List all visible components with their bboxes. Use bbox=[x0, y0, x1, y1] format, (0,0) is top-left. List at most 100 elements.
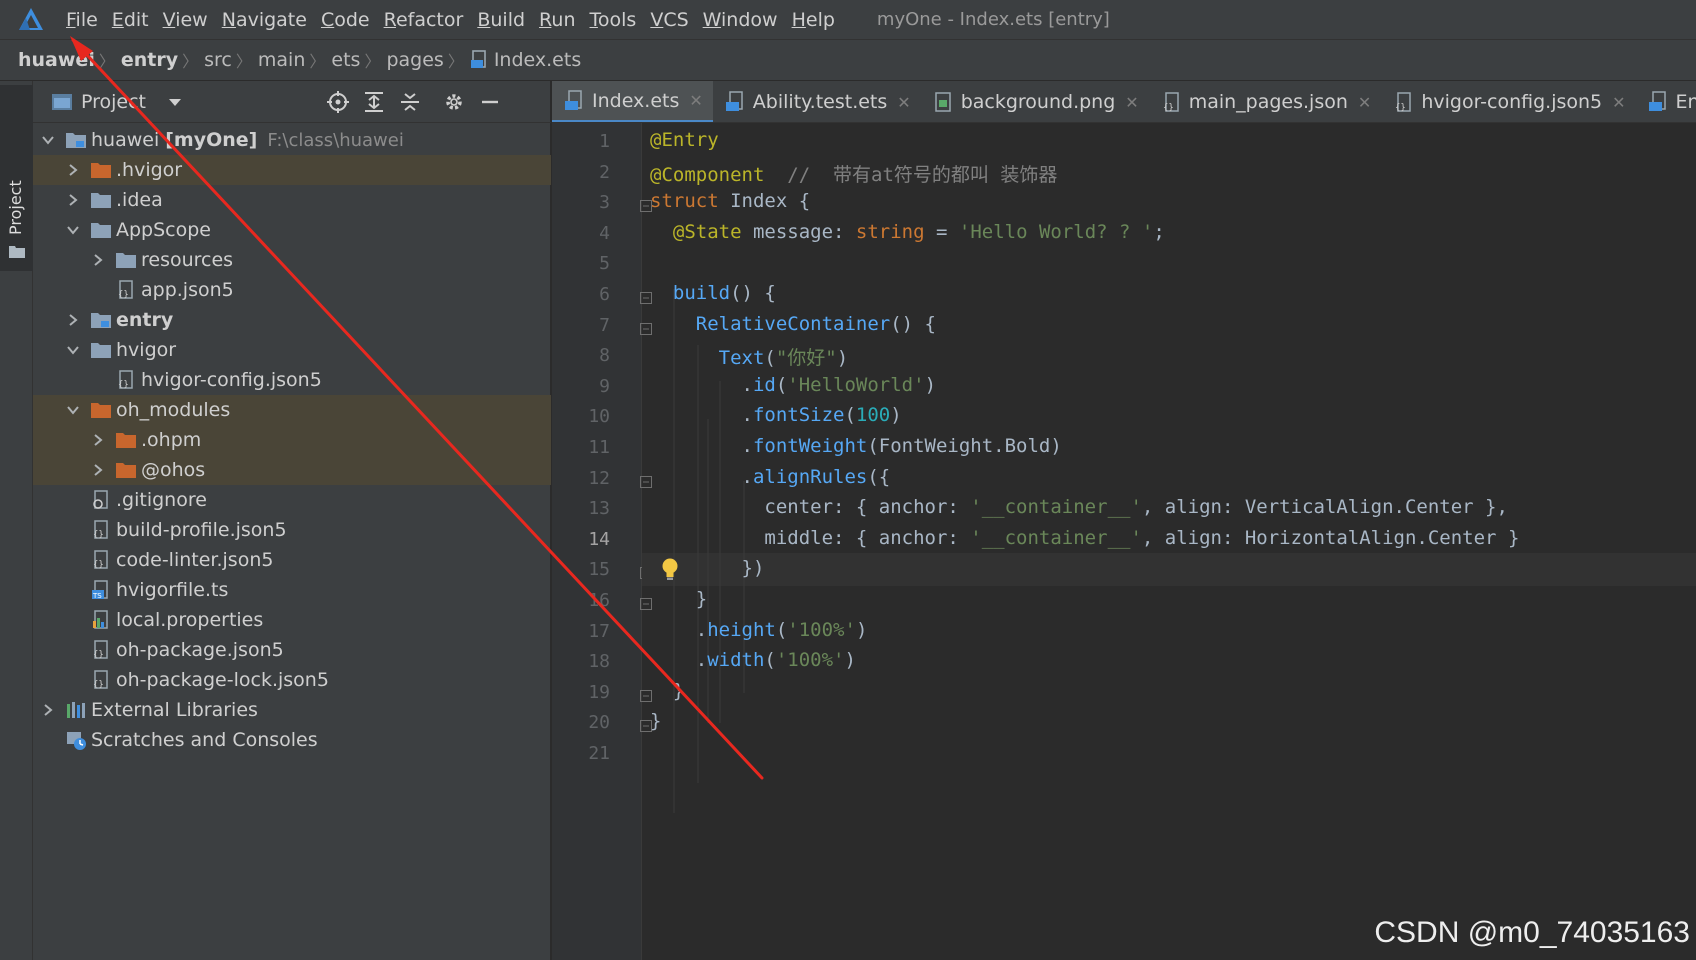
app-logo-icon[interactable] bbox=[16, 5, 46, 35]
tree-row[interactable]: {} app.json5 bbox=[33, 275, 551, 305]
tree-item-label: .hvigor bbox=[116, 159, 182, 181]
orange-folder-icon bbox=[116, 463, 136, 478]
breadcrumb-item-pages[interactable]: pages bbox=[386, 49, 443, 71]
tree-row[interactable]: oh_modules bbox=[33, 395, 551, 425]
chevron-right-icon[interactable] bbox=[91, 433, 105, 447]
chevron-right-icon[interactable] bbox=[41, 703, 55, 717]
minimize-icon[interactable] bbox=[479, 91, 501, 113]
breadcrumb-item-ets[interactable]: ets bbox=[331, 49, 360, 71]
collapse-all-icon[interactable] bbox=[399, 91, 421, 113]
code-line: middle: { anchor: '__container__', align… bbox=[650, 527, 1519, 549]
tree-row[interactable]: Scratches and Consoles bbox=[33, 725, 551, 755]
breadcrumb-item-main[interactable]: main bbox=[258, 49, 305, 71]
code-token: struct bbox=[650, 190, 731, 213]
menu-item-build[interactable]: Build bbox=[477, 9, 525, 31]
menu-item-vcs[interactable]: VCS bbox=[650, 9, 688, 31]
code-token: fontWeight bbox=[752, 435, 868, 457]
editor-tab[interactable]: Ability.test.ets ✕ bbox=[713, 81, 921, 122]
tree-row[interactable]: AppScope bbox=[33, 215, 551, 245]
editor-tab[interactable]: EntryAb bbox=[1636, 81, 1696, 122]
project-tree: huawei [myOne] F:\class\huawei .hvigor .idea… bbox=[33, 125, 551, 755]
chevron-right-icon[interactable] bbox=[91, 253, 105, 267]
editor-tab-label: Index.ets bbox=[592, 89, 680, 112]
chevron-down-icon[interactable] bbox=[66, 403, 80, 417]
menu-item-code[interactable]: Code bbox=[321, 9, 370, 31]
editor-tab[interactable]: {} hvigor-config.json5 ✕ bbox=[1381, 81, 1635, 122]
menu-mnemonic: H bbox=[791, 8, 806, 31]
tree-item-label: AppScope bbox=[116, 219, 211, 241]
project-panel-title[interactable]: Project bbox=[81, 91, 146, 113]
menu-item-edit[interactable]: Edit bbox=[112, 9, 149, 31]
tree-row[interactable]: {} build-profile.json5 bbox=[33, 515, 551, 545]
breadcrumb-item-entry[interactable]: entry bbox=[121, 49, 178, 71]
tree-row[interactable]: .gitignore bbox=[33, 485, 551, 515]
breadcrumb-item-index-ets[interactable]: Index.ets bbox=[494, 49, 581, 71]
tree-row[interactable]: entry bbox=[33, 305, 551, 335]
chevron-right-icon[interactable] bbox=[91, 463, 105, 477]
menu-mnemonic: F bbox=[66, 8, 76, 31]
project-tool-button[interactable]: Project bbox=[0, 85, 33, 271]
tree-row[interactable]: {} oh-package-lock.json5 bbox=[33, 665, 551, 695]
close-icon[interactable]: ✕ bbox=[897, 93, 910, 112]
breadcrumb-item-src[interactable]: src bbox=[204, 49, 232, 71]
tree-row[interactable]: {} code-linter.json5 bbox=[33, 545, 551, 575]
locate-file-icon[interactable] bbox=[327, 91, 349, 113]
tree-row[interactable]: .hvigor bbox=[33, 155, 551, 185]
editor-tab[interactable]: {} main_pages.json ✕ bbox=[1149, 81, 1382, 122]
tree-item-name: Scratches and Consoles bbox=[91, 729, 318, 751]
tree-row[interactable]: @ohos bbox=[33, 455, 551, 485]
menu-item-help[interactable]: Help bbox=[792, 9, 835, 31]
close-icon[interactable]: ✕ bbox=[1125, 93, 1138, 112]
json-file-icon: {} bbox=[1395, 92, 1412, 113]
menu-item-navigate[interactable]: Navigate bbox=[222, 9, 307, 31]
close-icon[interactable]: ✕ bbox=[689, 91, 702, 110]
menu-item-refactor[interactable]: Refactor bbox=[384, 9, 464, 31]
close-icon[interactable]: ✕ bbox=[1358, 93, 1371, 112]
tree-row[interactable]: huawei [myOne] F:\class\huawei bbox=[33, 125, 551, 155]
tree-item-label: oh-package-lock.json5 bbox=[116, 669, 329, 691]
code-token: ( bbox=[775, 618, 788, 641]
editor-tab[interactable]: Index.ets ✕ bbox=[552, 81, 713, 122]
tree-item-label: .ohpm bbox=[141, 429, 201, 451]
chevron-right-icon[interactable] bbox=[66, 163, 80, 177]
expand-all-icon[interactable] bbox=[363, 91, 385, 113]
chevron-right-icon[interactable] bbox=[66, 193, 80, 207]
code-editor[interactable]: 1 2 3 4 5 6 7 8 9 10 11 12 13 14 15 16 17 18 19 20 21 @Entry… bbox=[552, 123, 1696, 960]
project-panel: Project huawei [myOne] F:\class\huawei .… bbox=[33, 81, 551, 960]
close-icon[interactable]: ✕ bbox=[1612, 93, 1625, 112]
code-token: // 带有at符号的都叫 装饰器 bbox=[787, 163, 1058, 186]
json-file-icon: {} bbox=[93, 550, 108, 570]
chevron-down-icon[interactable] bbox=[66, 223, 80, 237]
chevron-down-icon[interactable] bbox=[66, 343, 80, 357]
tree-row[interactable]: {} hvigor-config.json5 bbox=[33, 365, 551, 395]
tree-item-label: .gitignore bbox=[116, 489, 207, 511]
code-token: }) bbox=[650, 557, 765, 580]
tree-row[interactable]: External Libraries bbox=[33, 695, 551, 725]
menu-item-file[interactable]: File bbox=[66, 9, 98, 31]
gear-icon[interactable] bbox=[443, 91, 465, 113]
tree-row[interactable]: TS hvigorfile.ts bbox=[33, 575, 551, 605]
editor-tab[interactable]: background.png ✕ bbox=[921, 81, 1149, 122]
menu-item-tools[interactable]: Tools bbox=[590, 9, 637, 31]
tree-row[interactable]: .idea bbox=[33, 185, 551, 215]
tree-item-name: .ohpm bbox=[141, 429, 202, 451]
chevron-right-icon[interactable] bbox=[66, 313, 80, 327]
code-token: ({ bbox=[867, 465, 891, 488]
tree-row[interactable]: hvigor bbox=[33, 335, 551, 365]
tree-row[interactable]: {} oh-package.json5 bbox=[33, 635, 551, 665]
chevron-down-icon[interactable] bbox=[41, 133, 55, 147]
tree-row[interactable]: .ohpm bbox=[33, 425, 551, 455]
folder-icon bbox=[91, 193, 111, 208]
menu-mnemonic: B bbox=[477, 8, 491, 31]
menu-item-window[interactable]: Window bbox=[703, 9, 778, 31]
breadcrumb-item-huawei[interactable]: huawei bbox=[18, 49, 95, 71]
chevron-down-icon[interactable] bbox=[168, 97, 182, 107]
menu-mnemonic: C bbox=[320, 8, 335, 31]
tree-item-label: .idea bbox=[116, 189, 163, 211]
menu-item-run[interactable]: Run bbox=[539, 9, 575, 31]
tree-row[interactable]: resources bbox=[33, 245, 551, 275]
tree-row[interactable]: local.properties bbox=[33, 605, 551, 635]
code-token: . bbox=[650, 649, 708, 672]
menu-item-view[interactable]: View bbox=[163, 9, 208, 31]
code-line: .width('100%') bbox=[650, 649, 856, 671]
